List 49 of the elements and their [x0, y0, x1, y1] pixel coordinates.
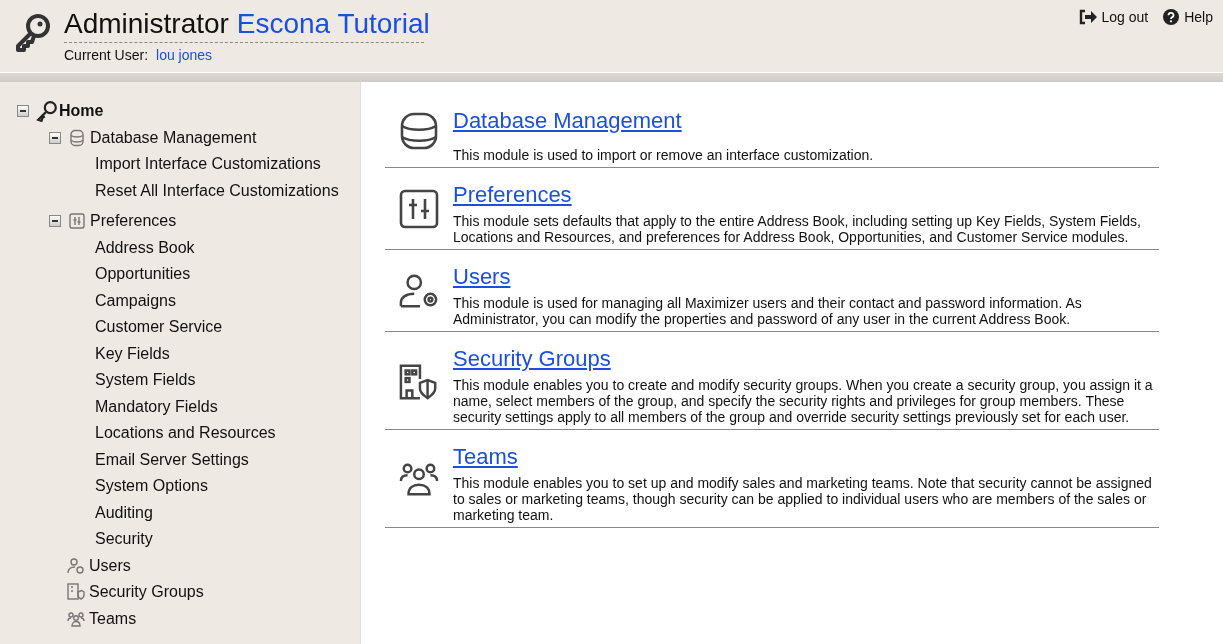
module-description: This module enables you to set up and modify sales and marketing teams. Note that security cannot be assigned to sales or marketing teams, though security can be applied to individual users who are members of the sales or marketing team.	[453, 475, 1153, 523]
tree-item[interactable]: Email Server Settings	[95, 450, 249, 469]
tree-item[interactable]: Security Groups	[89, 583, 204, 602]
module-description: This module enables you to create and modify security groups. When you create a security group, you assign it a name, select members of the group, and specify the security rights and privileges for group members. These security settings apply to all members of the group and override security settings previously set for each user.	[453, 377, 1153, 425]
module-description: This module sets defaults that apply to the entire Address Book, including setting up Key Fields, System Fields, Locations and Resources, and preferences for Address Book, Opportunities, and Customer Service modules.	[453, 213, 1142, 245]
tree-item[interactable]: Reset All Interface Customizations	[95, 181, 339, 200]
collapse-toggle[interactable]	[17, 105, 29, 118]
tree-item[interactable]: Teams	[89, 609, 137, 628]
collapse-toggle[interactable]	[49, 131, 61, 144]
tree-item[interactable]: Auditing	[95, 503, 153, 522]
tree-item[interactable]: System Options	[95, 477, 208, 496]
module-link[interactable]: Preferences	[453, 181, 572, 209]
module-link[interactable]: Teams	[453, 443, 518, 471]
help-icon	[1162, 9, 1181, 25]
sliders-icon	[399, 189, 439, 229]
tree-item[interactable]: System Fields	[95, 371, 196, 390]
tree-item[interactable]: Preferences	[90, 212, 177, 231]
group-icon	[67, 609, 85, 628]
tree-item[interactable]: Import Interface Customizations	[95, 155, 321, 174]
logout-icon	[1079, 9, 1098, 25]
database-link[interactable]: Escona Tutorial	[236, 8, 430, 39]
tree-item[interactable]: Mandatory Fields	[95, 397, 218, 416]
help-link[interactable]: Help	[1162, 9, 1213, 25]
module-link[interactable]: Security Groups	[453, 345, 611, 373]
tree-item[interactable]: Address Book	[95, 238, 195, 257]
user-link[interactable]: lou jones	[156, 47, 213, 63]
module-link[interactable]: Database Management	[453, 107, 682, 135]
user-gear-icon	[67, 556, 85, 575]
collapse-toggle[interactable]	[49, 215, 61, 228]
building-shield-icon	[67, 583, 85, 602]
module-link[interactable]: Users	[453, 263, 511, 291]
tree-item[interactable]: Key Fields	[95, 344, 170, 363]
tree-item[interactable]: Campaigns	[95, 291, 176, 310]
tree-item[interactable]: Opportunities	[95, 265, 191, 284]
tree-item[interactable]: Home	[59, 102, 104, 121]
current-user-label: Current User:	[64, 47, 149, 63]
tree-item[interactable]: Locations and Resources	[95, 424, 276, 443]
tree-item[interactable]: Users	[89, 556, 131, 575]
module-description: This module is used for managing all Maximizer users and their contact and password information. As Administrator, you can modify the properties and password of any user in the current Address Book.	[453, 295, 1083, 327]
module-description: This module is used to import or remove an interface customization.	[453, 147, 875, 163]
tree-item[interactable]: Database Management	[90, 128, 257, 147]
database-icon	[68, 128, 86, 147]
key-icon	[36, 100, 58, 123]
database-icon	[399, 111, 439, 151]
page-title: Administrator	[64, 8, 229, 39]
sliders-icon	[68, 212, 86, 231]
tree-item[interactable]: Security	[95, 530, 153, 549]
tree-item[interactable]: Customer Service	[95, 318, 223, 337]
logout-link[interactable]: Log out	[1079, 9, 1149, 25]
